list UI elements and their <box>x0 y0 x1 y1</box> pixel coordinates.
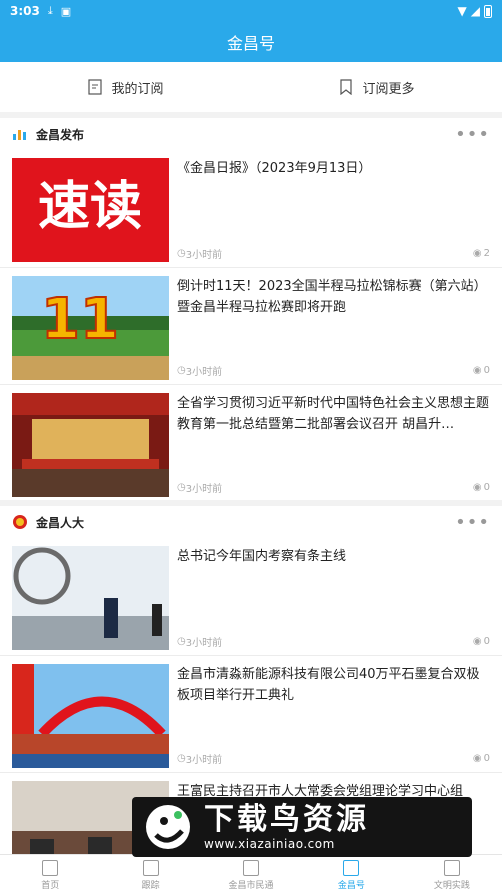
thumbnail-text: 11 <box>41 287 119 352</box>
view-count: 0 <box>483 482 490 493</box>
news-thumbnail: 11 <box>12 276 169 380</box>
news-time: 3小时前 <box>185 638 223 649</box>
clock-icon: ◷ <box>177 248 186 259</box>
news-title: 金昌市清淼新能源科技有限公司40万平石墨复合双极板项目举行开工典礼 <box>177 667 480 703</box>
watermark-text: 下载鸟资源 <box>204 802 369 837</box>
clock-icon: ◷ <box>177 482 186 493</box>
eye-icon: ◉ <box>472 365 482 376</box>
image-icon: ▣ <box>60 4 72 18</box>
section-title: 金昌发布 <box>36 127 85 142</box>
news-item[interactable]: 全省学习贯彻习近平新时代中国特色社会主义思想主题教育第一批总结暨第二批部署会议召… <box>0 384 502 501</box>
view-count: 0 <box>483 365 490 376</box>
nav-citizen-service[interactable]: 金昌市民通 <box>201 855 301 894</box>
nav-jinchang-hao[interactable]: 金昌号 <box>301 855 401 894</box>
news-item[interactable]: 11 倒计时11天！2023全国半程马拉松锦标赛（第六站）暨金昌半程马拉松赛即将… <box>0 267 502 384</box>
view-count: 2 <box>483 248 490 259</box>
civilization-icon <box>443 860 460 876</box>
bookmark-icon <box>340 79 353 95</box>
news-title: 总书记今年国内考察有条主线 <box>177 549 347 564</box>
news-item[interactable]: 金昌市清淼新能源科技有限公司40万平石墨复合双极板项目举行开工典礼 ◷ 3小时前… <box>0 655 502 772</box>
news-meta: ◷ 3小时前 ◉ 0 <box>177 751 490 766</box>
news-title: 倒计时11天！2023全国半程马拉松锦标赛（第六站）暨金昌半程马拉松赛即将开跑 <box>177 279 487 315</box>
channel-logo-icon <box>12 514 28 530</box>
app-header: 金昌号 <box>0 22 502 62</box>
nav-follow[interactable]: 跟踪 <box>100 855 200 894</box>
tab-subscribe-more[interactable]: 订阅更多 <box>251 62 502 112</box>
subscription-tabs: 我的订阅 订阅更多 <box>0 62 502 112</box>
view-count: 0 <box>483 636 490 647</box>
news-thumbnail <box>12 546 169 650</box>
section-header[interactable]: 金昌人大 ••• <box>0 506 502 538</box>
page-title: 金昌号 <box>226 34 275 53</box>
news-time: 3小时前 <box>185 484 223 495</box>
news-item[interactable]: 总书记今年国内考察有条主线 ◷ 3小时前 ◉ 0 <box>0 538 502 655</box>
news-meta: ◷ 3小时前 ◉ 2 <box>177 246 490 261</box>
news-time: 3小时前 <box>185 250 223 261</box>
signal-icon: ◢ <box>470 4 480 18</box>
section-header[interactable]: 金昌发布 ••• <box>0 118 502 150</box>
nav-home[interactable]: 首页 <box>0 855 100 894</box>
channel-icon <box>343 860 360 876</box>
citizen-icon <box>243 860 260 876</box>
more-options-icon[interactable]: ••• <box>455 124 490 145</box>
bottom-navigation: 首页 跟踪 金昌市民通 金昌号 文明实践 <box>0 854 502 894</box>
tab-label: 订阅更多 <box>362 81 415 97</box>
more-options-icon[interactable]: ••• <box>455 512 490 533</box>
nav-label: 首页 <box>41 881 60 891</box>
news-item[interactable]: 速读 《金昌日报》（2023年9月13日） ◷ 3小时前 ◉ 2 <box>0 150 502 267</box>
home-icon <box>42 860 59 876</box>
nav-label: 跟踪 <box>141 881 160 891</box>
bird-logo-icon <box>146 805 190 849</box>
news-thumbnail <box>12 664 169 768</box>
news-thumbnail: 速读 <box>12 158 169 262</box>
wifi-icon: ▼ <box>457 4 467 18</box>
thumbnail-text: 速读 <box>38 177 142 237</box>
channel-logo-icon <box>12 126 28 142</box>
status-time: 3:03 <box>10 4 40 18</box>
eye-icon: ◉ <box>472 482 482 493</box>
follow-icon <box>142 860 159 876</box>
status-bar: 3:03 ⤓ ▣ ▼ ◢ <box>0 0 502 22</box>
nav-label: 金昌号 <box>337 881 365 891</box>
news-title: 全省学习贯彻习近平新时代中国特色社会主义思想主题教育第一批总结暨第二批部署会议召… <box>177 396 490 432</box>
watermark-banner: 下载鸟资源 www.xiazainiao.com <box>132 797 472 857</box>
news-meta: ◷ 3小时前 ◉ 0 <box>177 363 490 378</box>
tab-label: 我的订阅 <box>111 81 164 97</box>
eye-icon: ◉ <box>472 636 482 647</box>
clock-icon: ◷ <box>177 753 186 764</box>
nav-civilization[interactable]: 文明实践 <box>402 855 502 894</box>
eye-icon: ◉ <box>472 753 482 764</box>
news-title: 《金昌日报》（2023年9月13日） <box>177 161 372 176</box>
news-thumbnail <box>12 393 169 497</box>
download-icon: ⤓ <box>47 4 53 17</box>
news-meta: ◷ 3小时前 ◉ 0 <box>177 480 490 495</box>
news-meta: ◷ 3小时前 ◉ 0 <box>177 634 490 649</box>
section-title: 金昌人大 <box>36 515 85 530</box>
view-count: 0 <box>483 753 490 764</box>
clock-icon: ◷ <box>177 636 186 647</box>
tab-my-subscriptions[interactable]: 我的订阅 <box>0 62 251 112</box>
nav-label: 文明实践 <box>433 881 470 891</box>
document-icon <box>88 79 103 95</box>
clock-icon: ◷ <box>177 365 186 376</box>
section-jinchang-release: 金昌发布 ••• 速读 《金昌日报》（2023年9月13日） ◷ 3小时前 ◉ 2… <box>0 118 502 500</box>
nav-label: 金昌市民通 <box>228 881 274 891</box>
battery-icon <box>484 4 492 18</box>
watermark-url: www.xiazainiao.com <box>204 837 335 851</box>
news-time: 3小时前 <box>185 367 223 378</box>
eye-icon: ◉ <box>472 248 482 259</box>
news-time: 3小时前 <box>185 755 223 766</box>
